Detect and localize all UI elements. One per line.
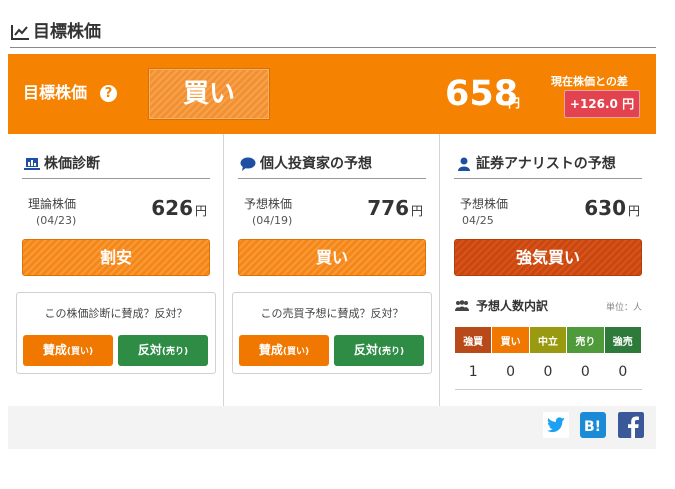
analyst-price-value: 630 円 xyxy=(584,196,640,220)
diagnosis-column: 株価診断 理論株価 (04/23) 626 円 割安 この株価診断に賛成？反対？ … xyxy=(8,134,224,406)
forecast-price-label: 予想株価 xyxy=(244,197,293,211)
analyst-column: 証券アナリストの予想 予想株価 04/25 630 円 強気買い 予想人数内訳 単… xyxy=(440,134,656,406)
forecast-columns: 株価診断 理論株価 (04/23) 626 円 割安 この株価診断に賛成？反対？ … xyxy=(8,134,656,406)
speech-bubble-icon xyxy=(240,157,256,171)
vote-question: この株価診断に賛成？反対？ xyxy=(44,307,188,320)
header-sell: 売り xyxy=(566,326,605,354)
target-price-unit: 円 xyxy=(508,96,521,110)
analyst-title: 証券アナリストの予想 xyxy=(476,156,616,172)
analyst-price-label: 予想株価 xyxy=(460,197,509,211)
disagree-sell-button[interactable]: 反対(売り) xyxy=(334,335,424,366)
target-price-card: 目標株価 ? 買い 658 円 現在株価との差 +126.0 円 株価診断 理論… xyxy=(8,54,656,449)
analyst-price-date: 04/25 xyxy=(462,214,494,227)
section-title: 目標株価 xyxy=(33,22,101,42)
target-price-label: 目標株価 xyxy=(23,83,88,102)
theoretical-price-label: 理論株価 xyxy=(28,197,77,211)
forecast-price-value: 776 円 xyxy=(367,196,423,220)
section-header: 目標株価 xyxy=(10,20,656,48)
agree-buy-button[interactable]: 賛成(買い) xyxy=(23,335,113,366)
diff-badge: +126.0 円 xyxy=(564,90,640,118)
facebook-icon[interactable] xyxy=(618,412,644,438)
diagnosis-judge-button[interactable]: 割安 xyxy=(22,239,210,276)
header-neutral: 中立 xyxy=(528,326,568,354)
rating-badge: 買い xyxy=(148,68,270,120)
individual-column: 個人投資家の予想 予想株価 (04/19) 776 円 買い この売買予想に賛成？… xyxy=(224,134,440,406)
diff-label: 現在株価との差 xyxy=(551,75,628,88)
analyst-judge-button[interactable]: 強気買い xyxy=(454,239,642,276)
analyst-header: 証券アナリストの予想 xyxy=(454,154,642,179)
count-strong-buy: 1 xyxy=(454,353,492,390)
theoretical-price-date: (04/23) xyxy=(36,214,77,227)
analyst-breakdown-table: 強買 買い 中立 売り 強売 1 0 0 0 0 xyxy=(453,326,643,390)
header-buy: 買い xyxy=(491,326,530,354)
breakdown-unit: 単位：人 xyxy=(605,303,642,313)
diagnosis-header: 株価診断 xyxy=(22,154,210,179)
forecast-price-date: (04/19) xyxy=(252,214,293,227)
count-sell: 0 xyxy=(566,353,605,390)
individual-vote-box: この売買予想に賛成？反対？ 賛成(買い) 反対(売り) xyxy=(232,292,432,374)
individual-title: 個人投資家の予想 xyxy=(260,156,372,172)
count-neutral: 0 xyxy=(529,353,567,390)
count-buy: 0 xyxy=(491,353,530,390)
disagree-sell-button[interactable]: 反対(売り) xyxy=(118,335,208,366)
diagnosis-vote-box: この株価診断に賛成？反対？ 賛成(買い) 反対(売り) xyxy=(16,292,216,374)
person-icon xyxy=(458,157,470,171)
help-icon[interactable]: ? xyxy=(100,85,117,102)
diagnosis-title: 株価診断 xyxy=(44,156,100,172)
breakdown-title: 予想人数内訳 xyxy=(476,299,549,313)
theoretical-price-value: 626 円 xyxy=(151,196,207,220)
twitter-icon[interactable] xyxy=(543,412,569,438)
hatena-icon[interactable]: B! xyxy=(580,412,606,438)
individual-judge-button[interactable]: 買い xyxy=(238,239,426,276)
line-chart-icon xyxy=(11,25,29,40)
target-price-banner: 目標株価 ? 買い 658 円 現在株価との差 +126.0 円 xyxy=(8,54,656,134)
count-strong-sell: 0 xyxy=(604,353,642,390)
people-icon xyxy=(455,300,469,311)
header-strong-sell: 強売 xyxy=(603,326,643,354)
breakdown-header: 予想人数内訳 単位：人 xyxy=(454,296,642,318)
laptop-chart-icon xyxy=(24,158,40,170)
header-strong-buy: 強買 xyxy=(453,326,493,354)
individual-header: 個人投資家の予想 xyxy=(238,154,426,179)
vote-question: この売買予想に賛成？反対？ xyxy=(260,307,404,320)
agree-buy-button[interactable]: 賛成(買い) xyxy=(239,335,329,366)
svg-text:B!: B! xyxy=(584,419,601,435)
